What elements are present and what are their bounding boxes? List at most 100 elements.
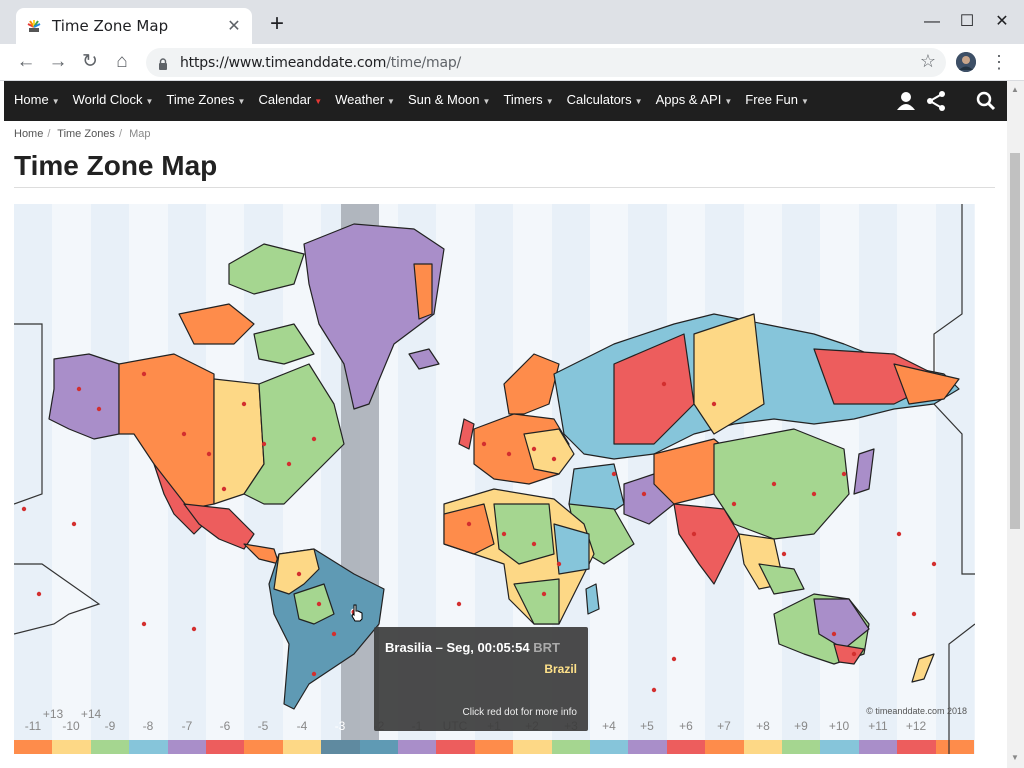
profile-avatar[interactable] — [956, 52, 976, 72]
tooltip-time: – Seg, 00:05:54 — [435, 640, 530, 655]
nav-item-world-clock[interactable]: World Clock ▼ — [73, 92, 154, 107]
nav-item-time-zones[interactable]: Time Zones ▼ — [166, 92, 245, 107]
zone-stripe — [936, 204, 974, 740]
chevron-down-icon: ▼ — [634, 97, 643, 106]
zone-stripe — [52, 204, 91, 740]
scroll-down-icon[interactable]: ▼ — [1010, 753, 1020, 762]
zone-label: -11 — [24, 719, 42, 733]
zone-color-bar — [283, 740, 321, 754]
tooltip-hint: Click red dot for more info — [462, 707, 578, 718]
share-icon[interactable] — [925, 90, 947, 112]
chevron-down-icon: ▼ — [51, 97, 60, 106]
zone-label: +6 — [679, 719, 693, 733]
zone-color-bar — [206, 740, 244, 754]
zone-color-bar — [244, 740, 283, 754]
zone-color-bar — [14, 740, 52, 754]
nav-item-sun-moon[interactable]: Sun & Moon ▼ — [408, 92, 490, 107]
nav-item-calendar[interactable]: Calendar ▼ — [258, 92, 322, 107]
zone-color-bar — [398, 740, 436, 754]
browser-menu-icon[interactable]: ⋮ — [990, 52, 1008, 72]
bookmark-star-icon[interactable]: ☆ — [920, 51, 936, 72]
forward-arrow-icon[interactable]: → — [46, 50, 70, 74]
breadcrumb-time-zones[interactable]: Time Zones — [57, 128, 115, 140]
zone-label: +4 — [602, 719, 616, 733]
zone-color-bar — [552, 740, 590, 754]
map-copyright: © timeanddate.com 2018 — [866, 706, 967, 716]
close-window-icon[interactable]: ✕ — [992, 12, 1012, 32]
maximize-icon[interactable]: ☐ — [957, 12, 977, 32]
browser-tabstrip: Time Zone Map ✕ + — ☐ ✕ — [0, 0, 1024, 44]
tab-close-icon[interactable]: ✕ — [226, 16, 242, 36]
browser-toolbar: ← → ↻ ⌂ https://www.timeanddate.com/time… — [0, 44, 1024, 81]
scroll-up-icon[interactable]: ▲ — [1010, 85, 1020, 94]
timeanddate-favicon-icon — [26, 18, 42, 34]
zone-color-bar — [705, 740, 744, 754]
nav-item-free-fun[interactable]: Free Fun ▼ — [745, 92, 809, 107]
back-arrow-icon[interactable]: ← — [14, 50, 38, 74]
tooltip-abbr: BRT — [533, 640, 560, 655]
zone-color-bar — [91, 740, 129, 754]
tooltip-title: Brasilia – Seg, 00:05:54 BRT — [385, 640, 560, 655]
nav-item-apps-api[interactable]: Apps & API ▼ — [656, 92, 733, 107]
zone-label: +8 — [756, 719, 770, 733]
zone-color-bar — [360, 740, 398, 754]
zone-color-bar — [475, 740, 513, 754]
zone-label: +12 — [905, 719, 927, 733]
zone-label: -10 — [62, 719, 80, 733]
zone-color-bar — [628, 740, 667, 754]
tab-title: Time Zone Map — [52, 17, 169, 35]
chevron-down-icon: ▼ — [387, 97, 395, 106]
zone-color-bar — [859, 740, 897, 754]
tooltip-country[interactable]: Brazil — [544, 662, 577, 676]
nav-item-timers[interactable]: Timers ▼ — [503, 92, 553, 107]
url-host: https://www.timeanddate.com — [180, 54, 387, 71]
breadcrumb: Home / Time Zones / Map — [14, 128, 154, 140]
url-path: /time/map/ — [386, 54, 462, 71]
zone-color-bar — [513, 740, 552, 754]
zone-label: +5 — [640, 719, 654, 733]
nav-item-weather[interactable]: Weather ▼ — [335, 92, 395, 107]
minimize-icon[interactable]: — — [922, 12, 942, 32]
nav-item-label: Home — [14, 92, 49, 107]
chevron-down-icon: ▼ — [237, 97, 246, 106]
chevron-down-icon: ▼ — [545, 97, 554, 106]
page-scrollbar[interactable]: ▲ ▼ — [1007, 81, 1024, 768]
chevron-down-icon: ▼ — [724, 97, 733, 106]
breadcrumb-current: Map — [129, 128, 151, 140]
zone-color-bar — [667, 740, 705, 754]
search-icon[interactable] — [975, 90, 997, 112]
breadcrumb-separator: / — [47, 128, 51, 140]
tooltip-city: Brasilia — [385, 640, 432, 655]
city-tooltip: Brasilia – Seg, 00:05:54 BRT Brazil Clic… — [374, 627, 588, 731]
user-icon[interactable] — [895, 90, 917, 112]
breadcrumb-separator: / — [118, 128, 122, 140]
zone-label: +10 — [828, 719, 850, 733]
reload-icon[interactable]: ↻ — [78, 50, 102, 74]
nav-item-label: Apps & API — [655, 92, 722, 107]
nav-item-home[interactable]: Home ▼ — [14, 92, 60, 107]
nav-items: Home ▼ World Clock ▼ Time Zones ▼ Calendar ▼ Wea… — [14, 92, 822, 107]
lock-icon — [158, 57, 168, 70]
nav-item-label: Weather — [335, 92, 385, 107]
zone-color-bar — [782, 740, 820, 754]
hand-cursor-icon — [351, 604, 363, 622]
breadcrumb-home[interactable]: Home — [14, 128, 43, 140]
zone-color-bar — [129, 740, 168, 754]
nav-item-label: Calendar — [258, 92, 312, 107]
nav-item-calculators[interactable]: Calculators ▼ — [567, 92, 643, 107]
nav-item-label: Calculators — [566, 92, 632, 107]
zone-label: +7 — [717, 719, 731, 733]
zone-color-bar — [436, 740, 475, 754]
scrollbar-thumb[interactable] — [1010, 153, 1020, 529]
site-navigation: Home ▼ World Clock ▼ Time Zones ▼ Calendar ▼ Wea… — [4, 81, 1007, 121]
address-bar[interactable]: https://www.timeanddate.com/time/map/ ☆ — [146, 48, 946, 77]
home-icon[interactable]: ⌂ — [110, 50, 134, 74]
new-tab-icon[interactable]: + — [266, 12, 288, 36]
zone-label: +9 — [794, 719, 808, 733]
chevron-down-icon: ▼ — [482, 97, 491, 106]
zone-label: -6 — [219, 719, 231, 733]
nav-item-label: Timers — [503, 92, 543, 107]
nav-item-label: Free Fun — [745, 92, 798, 107]
zone-label: -9 — [104, 719, 116, 733]
browser-tab[interactable]: Time Zone Map ✕ — [16, 8, 252, 44]
